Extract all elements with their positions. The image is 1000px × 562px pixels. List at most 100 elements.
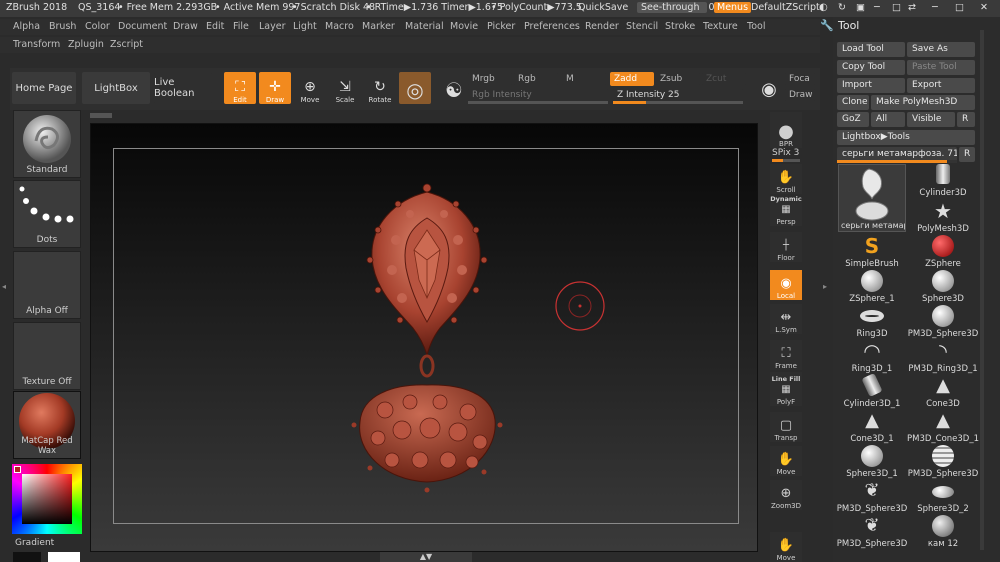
goz-button[interactable]: GoZ xyxy=(837,112,869,127)
gradient-label[interactable]: Gradient xyxy=(15,538,54,548)
rotate-view-button[interactable]: ✋ Move xyxy=(770,532,802,562)
tool-tile-kam-12[interactable]: кам 12 xyxy=(909,515,977,549)
export-button[interactable]: Export xyxy=(907,78,975,93)
tool-tile-pm3d-ring3d-1[interactable]: ◝ PM3D_Ring3D_1 xyxy=(908,340,977,374)
edit-button[interactable]: ⛶ Edit xyxy=(224,72,256,104)
tool-tile-pm3d-sphere3d-2[interactable]: PM3D_Sphere3D xyxy=(908,445,978,479)
default-zscript[interactable]: DefaultZScript xyxy=(751,2,820,13)
palette-scrollbar[interactable] xyxy=(980,30,984,550)
mrgb-button[interactable]: Mrgb xyxy=(468,72,512,86)
palette-title[interactable]: Tool xyxy=(838,19,859,32)
seethrough-slider[interactable]: See-through 0 xyxy=(637,2,715,13)
close-icon[interactable]: ✕ xyxy=(980,2,988,13)
clone-button[interactable]: Clone xyxy=(837,95,869,110)
all-button[interactable]: All xyxy=(871,112,905,127)
menu-file[interactable]: File xyxy=(233,21,249,32)
refresh-icon[interactable]: ↻ xyxy=(838,2,846,13)
menu-brush[interactable]: Brush xyxy=(49,21,76,32)
window-maximize-icon[interactable]: □ xyxy=(955,2,964,13)
maximize-icon[interactable]: □ xyxy=(892,2,901,13)
menu-stencil[interactable]: Stencil xyxy=(626,21,658,32)
tool-tile-sphere3d-2[interactable]: Sphere3D_2 xyxy=(909,480,977,514)
tool-tile-cylinder3d[interactable]: Cylinder3D xyxy=(909,164,977,198)
menus-button[interactable]: Menus xyxy=(714,2,752,13)
menu-picker[interactable]: Picker xyxy=(487,21,515,32)
menu-color[interactable]: Color xyxy=(85,21,110,32)
menu-zscript[interactable]: Zscript xyxy=(110,39,143,50)
tool-tile-polymesh3d[interactable]: ★ PolyMesh3D xyxy=(909,200,977,234)
window-minimize-icon[interactable]: ─ xyxy=(932,2,938,13)
import-button[interactable]: Import xyxy=(837,78,905,93)
tool-tile-simplebrush[interactable]: S SimpleBrush xyxy=(838,235,906,269)
bottom-tray-handle[interactable]: ▲▼ xyxy=(380,552,472,562)
menu-macro[interactable]: Macro xyxy=(325,21,354,32)
scroll-button[interactable]: ✋ Scroll xyxy=(770,164,802,194)
alpha-selector[interactable]: Alpha Off xyxy=(13,251,81,319)
frame-button[interactable]: ⛶ Frame xyxy=(770,340,802,370)
make-polymesh-button[interactable]: Make PolyMesh3D xyxy=(871,95,975,110)
tool-tile-ring3d-1[interactable]: ◠ Ring3D_1 xyxy=(838,340,906,374)
color-picker[interactable] xyxy=(12,464,82,536)
zadd-button[interactable]: Zadd xyxy=(610,72,654,86)
menu-movie[interactable]: Movie xyxy=(450,21,478,32)
rgb-intensity-slider[interactable]: Rgb Intensity xyxy=(468,88,608,102)
local-button[interactable]: ◉ Local xyxy=(770,270,802,300)
tool-tile-cylinder3d-1[interactable]: Cylinder3D_1 xyxy=(838,372,906,409)
tool-tile-zsphere[interactable]: ZSphere xyxy=(909,235,977,269)
lightbox-s-button[interactable]: ◉ xyxy=(753,72,785,104)
tool-tile-pm3d-cone3d-1[interactable]: ▲ PM3D_Cone3D_1 xyxy=(907,410,979,444)
menu-alpha[interactable]: Alpha xyxy=(13,21,40,32)
viewport-tab[interactable] xyxy=(90,113,112,118)
texture-selector[interactable]: Texture Off xyxy=(13,322,81,390)
main-color-swatch[interactable] xyxy=(48,552,80,562)
paste-tool-button[interactable]: Paste Tool xyxy=(907,60,975,75)
lightbox-tools-button[interactable]: Lightbox▶Tools xyxy=(837,130,975,145)
tool-tile-sphere3d-1[interactable]: Sphere3D_1 xyxy=(838,445,906,479)
menu-marker[interactable]: Marker xyxy=(362,21,395,32)
menu-stroke[interactable]: Stroke xyxy=(665,21,695,32)
zoom3d-button[interactable]: ⊕ Zoom3D xyxy=(770,480,802,510)
bpr-button[interactable]: ● BPR xyxy=(770,112,802,148)
menu-render[interactable]: Render xyxy=(585,21,619,32)
tool-tile-cone3d-1[interactable]: ▲ Cone3D_1 xyxy=(838,410,906,444)
spix-slider[interactable]: SPix 3 xyxy=(772,148,799,158)
tool-tile-pm3d-sphere3d-4[interactable]: ❦ PM3D_Sphere3D xyxy=(837,515,908,549)
zsub-button[interactable]: Zsub xyxy=(656,72,700,86)
transp-button[interactable]: ▢ Transp xyxy=(770,412,802,442)
tool-tile-pm3d-sphere3d-3[interactable]: ❦ PM3D_Sphere3D xyxy=(837,480,908,514)
color-toggle[interactable]: ☯ xyxy=(438,72,470,104)
lightbox-button[interactable]: LightBox xyxy=(82,72,150,104)
secondary-color-swatch[interactable] xyxy=(13,552,41,562)
settings-icon[interactable]: ▣ xyxy=(856,2,865,13)
z-intensity-slider[interactable]: Z Intensity 25 xyxy=(613,88,743,102)
swap-icon[interactable]: ⇄ xyxy=(908,2,916,13)
stroke-selector[interactable]: Dots xyxy=(13,180,81,248)
save-as-button[interactable]: Save As xyxy=(907,42,975,57)
lsym-button[interactable]: ⇹ L.Sym xyxy=(770,304,802,334)
material-swatch[interactable]: ◎ xyxy=(399,72,431,104)
move-view-button[interactable]: ✋ Move xyxy=(770,446,802,476)
current-tool-thumb[interactable]: серьги метамар xyxy=(838,164,906,232)
tool-tile-ring3d[interactable]: Ring3D xyxy=(838,305,906,339)
rotate-button[interactable]: ↻ Rotate xyxy=(364,72,396,104)
draw-size-slider[interactable]: Draw xyxy=(785,88,815,102)
menu-transform[interactable]: Transform xyxy=(13,39,60,50)
tool-tile-cone3d[interactable]: ▲ Cone3D xyxy=(909,375,977,409)
brush-selector[interactable]: Standard xyxy=(13,110,81,178)
menu-zplugin[interactable]: Zplugin xyxy=(68,39,104,50)
m-button[interactable]: M xyxy=(562,72,606,86)
tool-tile-zsphere-1[interactable]: ZSphere_1 xyxy=(838,270,906,304)
polyf-button[interactable]: Line Fill ▦ PolyF xyxy=(770,372,802,406)
minimize-icon[interactable]: ─ xyxy=(874,2,880,13)
menu-texture[interactable]: Texture xyxy=(703,21,738,32)
scale-button[interactable]: ⇲ Scale xyxy=(329,72,361,104)
load-tool-button[interactable]: Load Tool xyxy=(837,42,905,57)
tool-tile-sphere3d[interactable]: Sphere3D xyxy=(909,270,977,304)
menu-edit[interactable]: Edit xyxy=(206,21,224,32)
earring-model[interactable] xyxy=(340,180,510,505)
tool-tile-pm3d-sphere3d[interactable]: PM3D_Sphere3D xyxy=(908,305,978,339)
menu-light[interactable]: Light xyxy=(293,21,317,32)
menu-draw[interactable]: Draw xyxy=(173,21,198,32)
visible-button[interactable]: Visible xyxy=(907,112,955,127)
menu-preferences[interactable]: Preferences xyxy=(524,21,580,32)
